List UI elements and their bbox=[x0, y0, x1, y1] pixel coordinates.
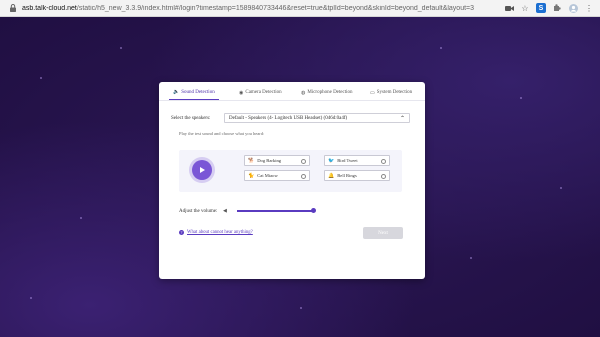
volume-knob[interactable] bbox=[310, 208, 316, 213]
volume-fill bbox=[237, 210, 313, 212]
sound-test-panel: 🐕 Dog Barking 🐦 Bird Tweet 🐈 Cat Miaow 🔔… bbox=[179, 150, 402, 192]
tab-system-detection[interactable]: ▭ System Detection bbox=[366, 85, 416, 100]
volume-row: Adjust the volume: ◀ bbox=[179, 207, 316, 215]
menu-dots-icon[interactable]: ⋮ bbox=[584, 3, 594, 13]
option-label: Bird Tweet bbox=[337, 158, 358, 163]
radio-button[interactable] bbox=[381, 158, 386, 164]
url-path: /static/h5_new_3.3.9/index.html#/login?t… bbox=[76, 4, 475, 12]
detection-tabs: 🔈 Sound Detection ◉ Camera Detection ◍ M… bbox=[159, 82, 425, 101]
tab-camera-detection[interactable]: ◉ Camera Detection bbox=[235, 85, 286, 100]
option-bird-tweet[interactable]: 🐦 Bird Tweet bbox=[324, 155, 390, 166]
tab-label: System Detection bbox=[376, 90, 413, 95]
instruction-text: Play the test sound and choose what you … bbox=[179, 131, 265, 136]
option-label: Cat Miaow bbox=[257, 173, 278, 178]
puzzle-icon[interactable] bbox=[552, 3, 562, 13]
help-link-text: What about cannot hear anything? bbox=[187, 230, 253, 235]
extension-icon[interactable]: S bbox=[536, 3, 546, 13]
cat-icon: 🐈 bbox=[248, 173, 255, 179]
option-dog-barking[interactable]: 🐕 Dog Barking bbox=[244, 155, 310, 166]
tab-label: Microphone Detection bbox=[307, 90, 353, 95]
option-cat-miaow[interactable]: 🐈 Cat Miaow bbox=[244, 170, 310, 181]
speaker-label: Select the speakers: bbox=[171, 115, 211, 121]
option-label: Bell Rings bbox=[337, 173, 357, 178]
bird-icon: 🐦 bbox=[328, 158, 335, 164]
play-icon bbox=[200, 167, 205, 173]
dog-icon: 🐕 bbox=[248, 158, 255, 164]
tab-sound-detection[interactable]: 🔈 Sound Detection bbox=[169, 85, 219, 100]
radio-button[interactable] bbox=[301, 173, 306, 179]
radio-button[interactable] bbox=[381, 173, 386, 179]
question-icon: ? bbox=[179, 230, 184, 235]
option-label: Dog Barking bbox=[257, 158, 282, 163]
help-link[interactable]: ? What about cannot hear anything? bbox=[179, 230, 253, 235]
camera-icon: ◉ bbox=[239, 90, 244, 96]
speaker-select[interactable]: Default - Speakers (4- Logitech USB Head… bbox=[224, 113, 410, 123]
tab-label: Camera Detection bbox=[245, 90, 282, 95]
play-button[interactable] bbox=[192, 160, 212, 180]
tab-microphone-detection[interactable]: ◍ Microphone Detection bbox=[297, 85, 357, 100]
lock-icon bbox=[10, 4, 16, 12]
chevron-up-icon: ⌃ bbox=[399, 116, 405, 122]
option-bell-rings[interactable]: 🔔 Bell Rings bbox=[324, 170, 390, 181]
next-button[interactable]: Next bbox=[363, 227, 403, 239]
url-host: asb.talk-cloud.net bbox=[22, 4, 77, 12]
microphone-icon: ◍ bbox=[301, 90, 306, 96]
volume-icon: ◀ bbox=[223, 209, 227, 214]
profile-avatar-icon[interactable] bbox=[568, 3, 578, 13]
speaker-selector-row: Select the speakers: Default - Speakers … bbox=[171, 113, 410, 123]
camera-indicator-icon[interactable] bbox=[504, 3, 514, 13]
speaker-select-value: Default - Speakers (4- Logitech USB Head… bbox=[229, 115, 348, 121]
device-detection-dialog: 🔈 Sound Detection ◉ Camera Detection ◍ M… bbox=[159, 82, 425, 279]
speaker-icon: 🔈 bbox=[173, 90, 180, 95]
bookmark-star-icon[interactable]: ☆ bbox=[520, 3, 530, 13]
monitor-icon: ▭ bbox=[370, 90, 375, 96]
volume-slider[interactable] bbox=[237, 207, 316, 215]
tab-label: Sound Detection bbox=[181, 89, 215, 95]
radio-button[interactable] bbox=[301, 158, 306, 164]
browser-toolbar: asb.talk-cloud.net/static/h5_new_3.3.9/i… bbox=[0, 0, 600, 17]
address-bar[interactable]: asb.talk-cloud.net/static/h5_new_3.3.9/i… bbox=[22, 5, 504, 12]
volume-label: Adjust the volume: bbox=[179, 208, 218, 214]
bell-icon: 🔔 bbox=[328, 173, 335, 179]
